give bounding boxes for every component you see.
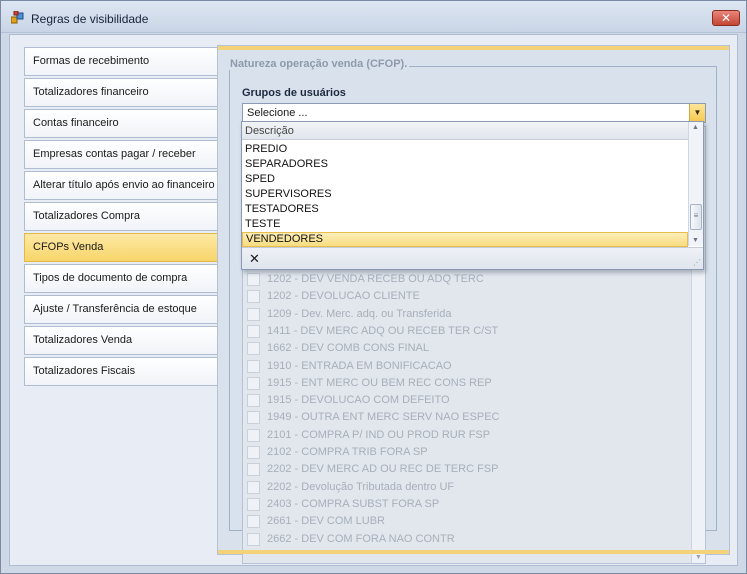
tab-9[interactable]: Totalizadores Venda xyxy=(24,326,218,355)
accent-band-bottom xyxy=(218,550,729,554)
dropdown-item[interactable]: TESTE xyxy=(242,217,688,232)
tab-10[interactable]: Totalizadores Fiscais xyxy=(24,357,218,386)
dropdown-item[interactable]: SUPERVISORES xyxy=(242,187,688,202)
dropdown-scrollbar[interactable]: ▲ ≡ ▼ xyxy=(688,122,703,246)
dropdown-item[interactable]: TESTADORES xyxy=(242,202,688,217)
cfop-checkbox[interactable] xyxy=(247,342,260,356)
cfop-row[interactable]: 2202 - DEV MERC AD OU REC DE TERC FSP xyxy=(247,461,687,478)
combo-value: Selecione ... xyxy=(247,107,308,119)
cfop-row[interactable]: 2661 - DEV COM LUBR xyxy=(247,513,687,530)
cfop-label: 1202 - DEV VENDA RECEB OU ADQ TERC xyxy=(267,273,484,285)
cfop-label: 1915 - DEVOLUCAO COM DEFEITO xyxy=(267,394,450,407)
clear-icon[interactable]: ✕ xyxy=(249,251,260,267)
cfop-row[interactable]: 1202 - DEV VENDA RECEB OU ADQ TERC xyxy=(247,271,687,288)
scroll-up-icon[interactable]: ▲ xyxy=(692,124,699,131)
cfop-checkbox[interactable] xyxy=(247,324,260,338)
cfop-row[interactable]: 1910 - ENTRADA EM BONIFICACAO xyxy=(247,358,687,375)
cfop-checkbox[interactable] xyxy=(247,428,260,442)
cfop-row[interactable]: 2102 - COMPRA TRIB FORA SP xyxy=(247,444,687,461)
cfop-row[interactable]: 1915 - ENT MERC OU BEM REC CONS REP xyxy=(247,375,687,392)
user-groups-label: Grupos de usuários xyxy=(242,87,346,99)
cfop-label: 1662 - DEV COMB CONS FINAL xyxy=(267,342,429,355)
cfop-checkbox[interactable] xyxy=(247,376,260,390)
cfop-row[interactable]: 2202 - Devolução Tributada dentro UF xyxy=(247,479,687,496)
tab-6[interactable]: CFOPs Venda xyxy=(24,233,218,262)
dropdown-footer: ✕ ⋰ xyxy=(242,247,703,269)
cfop-label: 1202 - DEVOLUCAO CLIENTE xyxy=(267,290,420,303)
cfop-row[interactable]: 2403 - COMPRA SUBST FORA SP xyxy=(247,496,687,513)
tab-0[interactable]: Formas de recebimento xyxy=(24,47,218,76)
client-area: Formas de recebimento Totalizadores finan… xyxy=(9,34,738,566)
scroll-thumb[interactable]: ≡ xyxy=(690,204,702,230)
cfop-label: 2403 - COMPRA SUBST FORA SP xyxy=(267,497,440,510)
tab-4[interactable]: Alterar título após envio ao financeiro xyxy=(24,171,218,200)
group-title: Natureza operação venda (CFOP). xyxy=(228,58,410,70)
cfop-row[interactable]: 1662 - DEV COMB CONS FINAL xyxy=(247,340,687,357)
dropdown-item[interactable]: SPED xyxy=(242,172,688,187)
tab-2[interactable]: Contas financeiro xyxy=(24,109,218,138)
user-groups-dropdown: Descrição PREDIO SEPARADORES SPED SUPERVISO… xyxy=(241,121,704,270)
user-groups-combobox[interactable]: Selecione ... ▼ xyxy=(242,103,706,123)
cfop-row[interactable]: 2101 - COMPRA P/ IND OU PROD RUR FSP xyxy=(247,427,687,444)
cfop-label: 1209 - Dev. Merc. adq. ou Transferida xyxy=(267,307,452,320)
tab-3[interactable]: Empresas contas pagar / receber xyxy=(24,140,218,169)
cfop-checkbox[interactable] xyxy=(247,290,260,304)
tab-8[interactable]: Ajuste / Transferência de estoque xyxy=(24,295,218,324)
window-title: Regras de visibilidade xyxy=(31,12,149,26)
cfop-label: 1910 - ENTRADA EM BONIFICACAO xyxy=(267,359,452,372)
cfop-checkbox[interactable] xyxy=(247,463,260,477)
cfop-row[interactable]: 1949 - OUTRA ENT MERC SERV NAO ESPEC xyxy=(247,409,687,426)
cfop-checkbox[interactable] xyxy=(247,394,260,408)
cfop-row[interactable]: 1411 - DEV MERC ADQ OU RECEB TER C/ST xyxy=(247,323,687,340)
cfop-row[interactable]: 1209 - Dev. Merc. adq. ou Transferida xyxy=(247,306,687,323)
cfop-checkbox[interactable] xyxy=(247,497,260,511)
cfop-checkbox[interactable] xyxy=(247,307,260,321)
cfop-label: 2662 - DEV COM FORA NAO CONTR xyxy=(267,532,455,545)
app-icon xyxy=(11,11,24,24)
cfop-checkbox[interactable] xyxy=(247,532,260,546)
cfop-label: 2661 - DEV COM LUBR xyxy=(267,515,385,528)
tab-1[interactable]: Totalizadores financeiro xyxy=(24,78,218,107)
cfop-checkbox[interactable] xyxy=(247,480,260,494)
cfop-row[interactable]: 2662 - DEV COM FORA NAO CONTR xyxy=(247,531,687,548)
cfop-label: 2102 - COMPRA TRIB FORA SP xyxy=(267,446,428,458)
dropdown-list: PREDIO SEPARADORES SPED SUPERVISORES TESTADO… xyxy=(242,142,688,247)
cfop-checkbox[interactable] xyxy=(247,273,260,286)
cfop-row[interactable]: 1202 - DEVOLUCAO CLIENTE xyxy=(247,288,687,305)
chevron-down-icon[interactable]: ▼ xyxy=(689,104,705,122)
close-button[interactable]: ✕ xyxy=(712,10,740,26)
tab-list: Formas de recebimento Totalizadores finan… xyxy=(24,47,218,388)
cfop-label: 2101 - COMPRA P/ IND OU PROD RUR FSP xyxy=(267,428,491,441)
cfop-checkbox[interactable] xyxy=(247,411,260,425)
cfop-label: 1915 - ENT MERC OU BEM REC CONS REP xyxy=(267,376,492,389)
dropdown-column-header[interactable]: Descrição xyxy=(242,122,688,140)
resize-grip-icon[interactable]: ⋰ xyxy=(693,258,701,267)
accent-band-top xyxy=(218,46,729,50)
cfop-row[interactable]: 1915 - DEVOLUCAO COM DEFEITO xyxy=(247,392,687,409)
cfop-checkbox[interactable] xyxy=(247,515,260,529)
dropdown-item[interactable]: SEPARADORES xyxy=(242,157,688,172)
cfop-label: 1949 - OUTRA ENT MERC SERV NAO ESPEC xyxy=(267,411,500,424)
scroll-down-icon[interactable]: ▼ xyxy=(695,554,702,561)
title-bar[interactable]: Regras de visibilidade ✕ xyxy=(1,1,746,33)
cfop-checkbox[interactable] xyxy=(247,446,260,459)
tab-7[interactable]: Tipos de documento de compra xyxy=(24,264,218,293)
cfop-label: 1411 - DEV MERC ADQ OU RECEB TER C/ST xyxy=(267,324,499,337)
tab-5[interactable]: Totalizadores Compra xyxy=(24,202,218,231)
dropdown-item[interactable]: PREDIO xyxy=(242,142,688,157)
cfop-label: 2202 - DEV MERC AD OU REC DE TERC FSP xyxy=(267,463,499,476)
cfop-checkbox[interactable] xyxy=(247,359,260,373)
dropdown-item[interactable]: VENDEDORES xyxy=(242,232,688,247)
cfop-label: 2202 - Devolução Tributada dentro UF xyxy=(267,480,455,493)
scroll-down-icon[interactable]: ▼ xyxy=(692,237,699,244)
window: Regras de visibilidade ✕ Formas de receb… xyxy=(0,0,747,574)
